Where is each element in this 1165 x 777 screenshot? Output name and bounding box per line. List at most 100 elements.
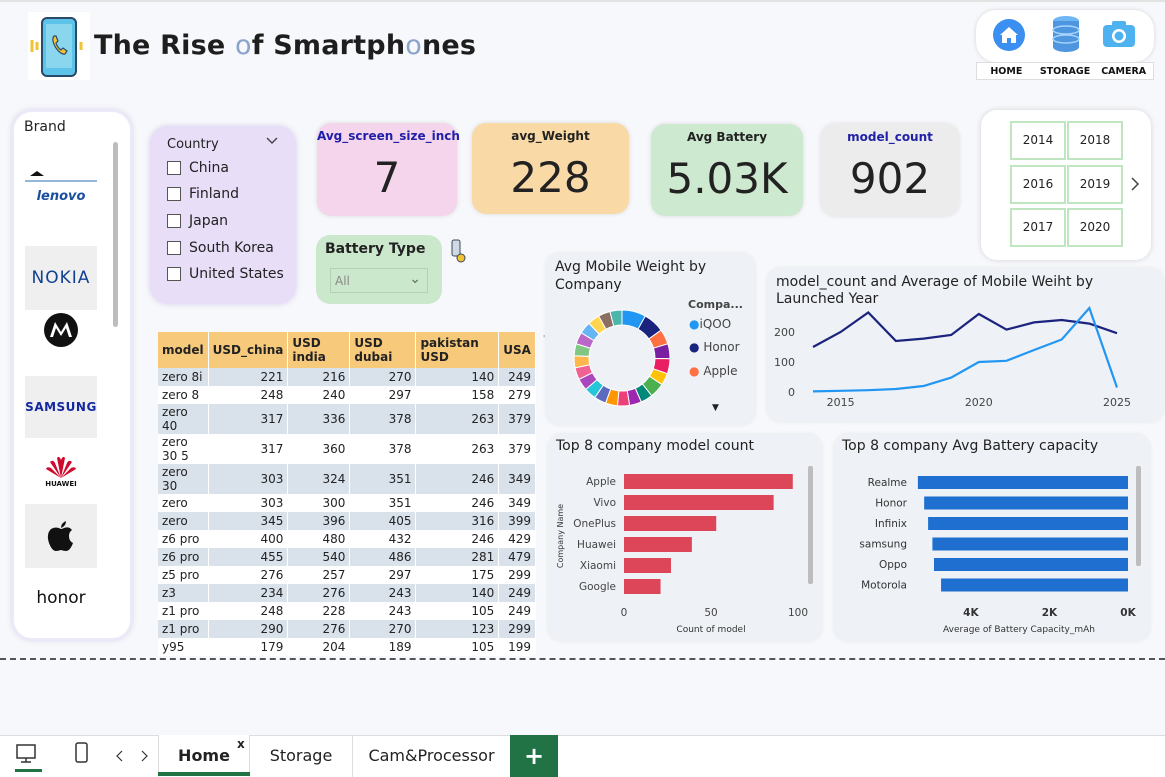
x-tick-label: 2K — [1042, 607, 1058, 619]
brand-item-lenovo[interactable]: lenovo — [25, 142, 97, 204]
bar[interactable] — [624, 474, 793, 489]
year-button[interactable]: 2019 — [1067, 165, 1123, 204]
checkbox[interactable] — [167, 214, 181, 228]
bar[interactable] — [933, 558, 1128, 571]
table-cell: 432 — [349, 530, 417, 548]
tab-scroll-right-icon[interactable] — [140, 748, 150, 767]
table-row[interactable]: zero 303 300 351 246 349 — [158, 494, 536, 512]
battery-type-dropdown[interactable]: All ⌄ — [330, 268, 428, 293]
nav-storage-label[interactable]: STORAGE — [1036, 63, 1095, 79]
table-row[interactable]: zero 345 396 405 316 399 — [158, 512, 536, 530]
country-option-south-korea[interactable]: South Korea — [167, 240, 274, 256]
chart-scrollbar[interactable] — [1136, 466, 1141, 566]
close-tab-icon[interactable]: x — [237, 737, 245, 751]
legend-item[interactable]: ● Honor — [689, 340, 740, 354]
brand-item-apple[interactable] — [25, 504, 97, 568]
table-cell: 246 — [415, 530, 500, 548]
tab-storage[interactable]: Storage — [250, 735, 353, 777]
table-cell: 299 — [498, 620, 536, 638]
table-row[interactable]: z1 pro 290 276 270 123 299 — [158, 620, 536, 638]
country-option-china[interactable]: China — [167, 160, 229, 176]
checkbox[interactable] — [167, 267, 181, 281]
table-row[interactable]: zero 30 5 317 360 378 263 379 — [158, 434, 536, 464]
bar[interactable] — [917, 476, 1128, 489]
camera-icon[interactable] — [1102, 20, 1136, 52]
desktop-view-icon[interactable] — [15, 743, 39, 769]
checkbox[interactable] — [167, 161, 181, 175]
year-button[interactable]: 2020 — [1067, 208, 1123, 247]
donut-slice[interactable] — [616, 390, 631, 407]
brand-item-samsung[interactable]: SAMSUNG — [25, 376, 97, 438]
table-row[interactable]: zero 40 317 336 378 263 379 — [158, 404, 536, 434]
country-option-united-states[interactable]: United States — [167, 266, 284, 282]
chevron-down-icon[interactable] — [266, 134, 278, 149]
country-option-finland[interactable]: Finland — [167, 186, 239, 202]
add-page-button[interactable]: + — [510, 735, 558, 777]
column-header[interactable]: pakistan USD — [415, 332, 500, 368]
table-cell: 257 — [287, 566, 351, 584]
table-cell: 246 — [415, 494, 500, 512]
year-button[interactable]: 2016 — [1010, 165, 1066, 204]
category-label: Realme — [868, 477, 907, 489]
table-row[interactable]: zero 8i 221 216 270 140 249 — [158, 368, 536, 386]
kpi-label: avg_Weight — [511, 129, 590, 143]
column-header[interactable]: USD india — [287, 332, 351, 368]
nav-home-label[interactable]: HOME — [977, 63, 1036, 79]
table-cell: 351 — [349, 464, 417, 494]
checkbox[interactable] — [167, 241, 181, 255]
table-row[interactable]: zero 30 303 324 351 246 349 — [158, 464, 536, 494]
bar[interactable] — [624, 495, 774, 510]
bar[interactable] — [928, 517, 1128, 530]
category-label: OnePlus — [573, 518, 616, 530]
table-cell: 243 — [349, 602, 417, 620]
table-row[interactable]: y95 179 204 189 105 199 — [158, 638, 536, 656]
year-button[interactable]: 2014 — [1010, 121, 1066, 160]
y-tick-label: 200 — [774, 326, 795, 339]
bar[interactable] — [924, 496, 1128, 510]
legend-scroll-down-icon[interactable]: ▼ — [712, 403, 719, 413]
bar[interactable] — [624, 537, 692, 552]
active-view-indicator — [15, 769, 42, 772]
table-cell: 345 — [208, 512, 289, 530]
bar[interactable] — [624, 558, 671, 573]
brand-item-nokia[interactable]: NOKIA — [25, 246, 97, 310]
column-header[interactable]: USA — [498, 332, 536, 368]
column-header[interactable]: model — [158, 332, 209, 368]
bar[interactable] — [624, 516, 717, 531]
year-button[interactable]: 2017 — [1010, 208, 1066, 247]
samsung-wordmark: SAMSUNG — [25, 400, 97, 414]
table-cell: 216 — [287, 368, 351, 386]
legend-item[interactable]: ● Apple — [689, 364, 737, 378]
table-cell: 299 — [498, 566, 536, 584]
table-cell: 279 — [498, 386, 536, 404]
brand-item-honor[interactable]: honor — [25, 568, 97, 628]
legend-item[interactable]: ●iQOO — [689, 317, 731, 331]
bar[interactable] — [932, 537, 1128, 551]
column-header[interactable]: USD dubai — [349, 332, 417, 368]
tab-cam-processor[interactable]: Cam&Processor — [353, 735, 510, 777]
column-header[interactable]: USD_china — [208, 332, 289, 368]
table-row[interactable]: z1 pro 248 228 243 105 249 — [158, 602, 536, 620]
brand-scrollbar[interactable] — [113, 142, 118, 327]
mobile-view-icon[interactable] — [74, 741, 90, 769]
year-button[interactable]: 2018 — [1067, 121, 1123, 160]
brand-item-motorola[interactable] — [25, 310, 97, 350]
brand-item-huawei[interactable]: HUAWEI — [25, 440, 97, 502]
home-icon[interactable] — [992, 18, 1026, 56]
nav-camera-label[interactable]: CAMERA — [1094, 63, 1153, 79]
bar[interactable] — [624, 579, 661, 594]
table-row[interactable]: z3 234 276 243 140 249 — [158, 584, 536, 602]
chart-scrollbar[interactable] — [808, 466, 813, 584]
bar[interactable] — [941, 578, 1128, 592]
country-option-japan[interactable]: Japan — [167, 213, 228, 229]
table-cell: z3 — [158, 584, 209, 602]
checkbox[interactable] — [167, 187, 181, 201]
chevron-right-icon[interactable] — [1129, 176, 1141, 196]
table-row[interactable]: z6 pro 400 480 432 246 429 — [158, 530, 536, 548]
table-row[interactable]: zero 8 248 240 297 158 279 — [158, 386, 536, 404]
tab-scroll-left-icon[interactable] — [114, 748, 124, 767]
clear-filter-icon[interactable] — [449, 238, 467, 268]
table-row[interactable]: z5 pro 276 257 297 175 299 — [158, 566, 536, 584]
table-row[interactable]: z6 pro 455 540 486 281 479 — [158, 548, 536, 566]
database-icon[interactable] — [1052, 15, 1080, 57]
